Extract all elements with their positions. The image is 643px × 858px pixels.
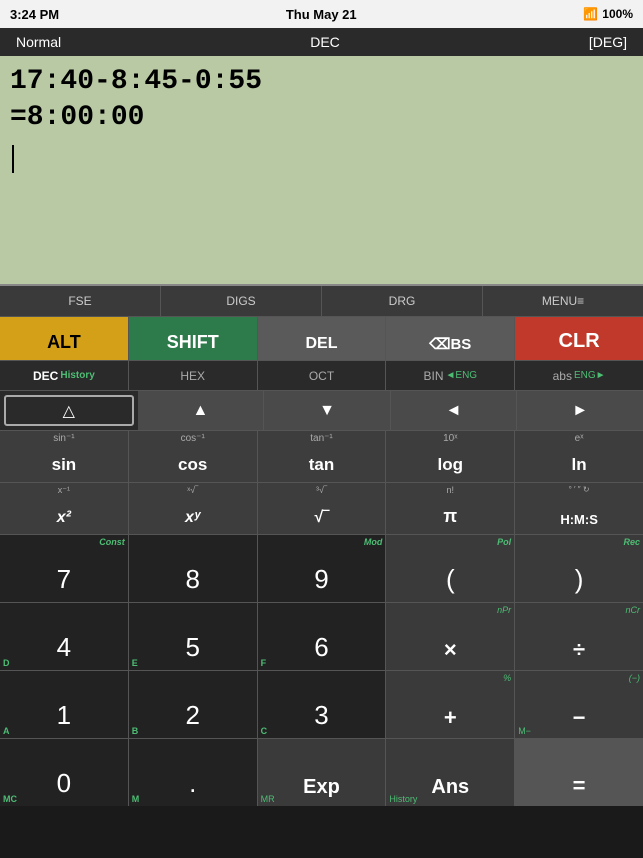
- shift-button[interactable]: SHIFT: [129, 317, 258, 360]
- close-paren-button[interactable]: Rec ): [515, 535, 643, 602]
- bin-mode-button[interactable]: BIN ◄ENG: [386, 361, 515, 390]
- alt-shift-row: ALT SHIFT DEL ⌫BS CLR: [0, 316, 643, 360]
- ln-button[interactable]: eˣ ln: [515, 431, 643, 482]
- minus-button[interactable]: (−) − M−: [515, 671, 643, 738]
- log-button[interactable]: 10ˣ log: [386, 431, 515, 482]
- right-icon: ►: [572, 402, 588, 420]
- power-row: x⁻¹ x² ˣ√‾ xʸ ³√‾ √‾ n! π ° ′ ″ ↻ H:M:S: [0, 482, 643, 534]
- pi-button[interactable]: n! π: [386, 483, 515, 534]
- down-icon: ▼: [319, 402, 335, 420]
- dec-mode-button[interactable]: DEC History: [0, 361, 129, 390]
- up-button[interactable]: ▲: [138, 391, 265, 430]
- battery-text: 100%: [602, 7, 633, 21]
- arrow-row: △ ▲ ▼ ◄ ►: [0, 390, 643, 430]
- button-4[interactable]: 4 D: [0, 603, 129, 670]
- dot-button[interactable]: . M: [129, 739, 258, 806]
- oct-mode-button[interactable]: OCT: [258, 361, 387, 390]
- row-0: 0 MC . M Exp MR Ans History =: [0, 738, 643, 806]
- ans-button[interactable]: Ans History: [386, 739, 515, 806]
- left-button[interactable]: ◄: [391, 391, 518, 430]
- up-icon: ▲: [192, 402, 208, 420]
- divide-button[interactable]: nCr ÷: [515, 603, 643, 670]
- button-5[interactable]: 5 E: [129, 603, 258, 670]
- row-456: 4 D 5 E 6 F nPr × nCr ÷: [0, 602, 643, 670]
- status-time: 3:24 PM: [10, 7, 59, 22]
- button-1[interactable]: 1 A: [0, 671, 129, 738]
- func-row: FSE DIGS DRG MENU≡: [0, 286, 643, 316]
- bs-button[interactable]: ⌫BS: [386, 317, 515, 360]
- up-outline-icon: △: [63, 401, 75, 421]
- sin-button[interactable]: sin⁻¹ sin: [0, 431, 129, 482]
- button-9[interactable]: Mod 9: [258, 535, 387, 602]
- calc-area: FSE DIGS DRG MENU≡ ALT SHIFT DEL ⌫BS CLR…: [0, 286, 643, 806]
- row-789: Const 7 8 Mod 9 Pol ( Rec ): [0, 534, 643, 602]
- clr-button[interactable]: CLR: [515, 317, 643, 360]
- display-text: 17:40-8:45-0:55 =8:00:00: [10, 64, 633, 173]
- button-7[interactable]: Const 7: [0, 535, 129, 602]
- mode-dec[interactable]: DEC: [310, 34, 340, 50]
- abs-mode-button[interactable]: abs ENG►: [515, 361, 643, 390]
- hms-button[interactable]: ° ′ ″ ↻ H:M:S: [515, 483, 643, 534]
- drg-button[interactable]: DRG: [322, 286, 483, 316]
- down-button[interactable]: ▼: [264, 391, 391, 430]
- x2-button[interactable]: x⁻¹ x²: [0, 483, 129, 534]
- display-line2: =8:00:00: [10, 100, 633, 136]
- equals-button[interactable]: =: [515, 739, 643, 806]
- up-outline-button[interactable]: △: [4, 395, 134, 426]
- cos-button[interactable]: cos⁻¹ cos: [129, 431, 258, 482]
- tan-button[interactable]: tan⁻¹ tan: [258, 431, 387, 482]
- plus-button[interactable]: % +: [386, 671, 515, 738]
- menu-button[interactable]: MENU≡: [483, 286, 643, 316]
- trig-row: sin⁻¹ sin cos⁻¹ cos tan⁻¹ tan 10ˣ log eˣ…: [0, 430, 643, 482]
- wifi-icon: 📶: [583, 7, 598, 21]
- status-bar: 3:24 PM Thu May 21 📶 100%: [0, 0, 643, 28]
- display-line1: 17:40-8:45-0:55: [10, 64, 633, 100]
- button-6[interactable]: 6 F: [258, 603, 387, 670]
- exp-button[interactable]: Exp MR: [258, 739, 387, 806]
- button-2[interactable]: 2 B: [129, 671, 258, 738]
- mode-deg[interactable]: [DEG]: [589, 34, 627, 50]
- del-button[interactable]: DEL: [258, 317, 387, 360]
- button-3[interactable]: 3 C: [258, 671, 387, 738]
- row-123: 1 A 2 B 3 C % + (−) − M−: [0, 670, 643, 738]
- digs-button[interactable]: DIGS: [161, 286, 322, 316]
- button-0[interactable]: 0 MC: [0, 739, 129, 806]
- status-day: Thu May 21: [286, 7, 357, 22]
- open-paren-button[interactable]: Pol (: [386, 535, 515, 602]
- alt-button[interactable]: ALT: [0, 317, 129, 360]
- button-8[interactable]: 8: [129, 535, 258, 602]
- hex-mode-button[interactable]: HEX: [129, 361, 258, 390]
- xy-button[interactable]: ˣ√‾ xʸ: [129, 483, 258, 534]
- mode-bar: Normal DEC [DEG]: [0, 28, 643, 56]
- mode-row: DEC History HEX OCT BIN ◄ENG abs ENG►: [0, 360, 643, 390]
- right-button[interactable]: ►: [517, 391, 643, 430]
- mode-normal[interactable]: Normal: [16, 34, 61, 50]
- left-icon: ◄: [446, 402, 462, 420]
- display: 17:40-8:45-0:55 =8:00:00: [0, 56, 643, 286]
- fse-button[interactable]: FSE: [0, 286, 161, 316]
- cursor: [12, 145, 14, 173]
- multiply-button[interactable]: nPr ×: [386, 603, 515, 670]
- status-indicators: 📶 100%: [583, 7, 633, 21]
- sqrt-button[interactable]: ³√‾ √‾: [258, 483, 387, 534]
